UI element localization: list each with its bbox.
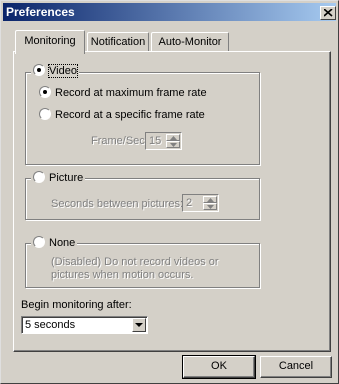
cancel-button[interactable]: Cancel [260,356,332,378]
title-bar[interactable]: Preferences [3,3,336,21]
video-radio-indicator[interactable] [33,64,45,76]
picture-interval-spinner[interactable]: 2 [182,194,219,212]
ok-label: OK [211,360,227,372]
tab-notification-label: Notification [90,36,146,48]
close-icon [324,9,333,17]
specific-frame-rate-label: Record at a specific frame rate [55,109,205,121]
tab-notification[interactable]: Notification [87,32,149,52]
none-radio-indicator[interactable] [33,236,45,248]
arrow-up-icon [207,198,214,202]
none-label: None [49,237,76,249]
dropdown-button[interactable] [132,318,146,332]
picture-radio[interactable]: Picture [31,171,86,185]
max-frame-rate-label: Record at maximum frame rate [55,87,207,99]
tab-auto-monitor-label: Auto-Monitor [158,36,222,48]
tab-auto-monitor[interactable]: Auto-Monitor [151,32,229,52]
picture-interval-down-button[interactable] [203,203,217,210]
begin-monitoring-dropdown[interactable]: 5 seconds [21,316,148,334]
frame-rate-up-button[interactable] [166,134,180,141]
picture-interval-up-button[interactable] [203,196,217,203]
none-radio[interactable]: None [31,236,78,250]
max-frame-rate-radio[interactable]: Record at maximum frame rate [39,86,207,100]
begin-monitoring-value: 5 seconds [25,319,76,331]
close-button[interactable] [320,6,336,20]
picture-interval-label: Seconds between pictures: [51,198,184,210]
window-title: Preferences [6,5,75,19]
none-description: (Disabled) Do not record videos or pictu… [51,256,219,281]
specific-frame-rate-radio-indicator[interactable] [39,108,51,120]
video-radio[interactable]: Video [31,64,79,78]
video-label: Video [48,64,78,78]
preferences-dialog: Preferences Monitoring Notification Auto… [0,0,339,384]
arrow-up-icon [170,136,177,140]
frame-rate-down-button[interactable] [166,141,180,148]
arrow-down-icon [207,205,214,209]
begin-monitoring-label: Begin monitoring after: [21,299,132,311]
tab-monitoring[interactable]: Monitoring [15,30,85,54]
frame-rate-value: 15 [149,135,162,147]
cancel-label: Cancel [278,360,314,372]
picture-interval-value: 2 [186,197,193,209]
max-frame-rate-radio-indicator[interactable] [39,86,51,98]
specific-frame-rate-radio[interactable]: Record at a specific frame rate [39,108,205,122]
ok-button[interactable]: OK [182,355,256,379]
frame-rate-spinner[interactable]: 15 [145,132,182,150]
picture-label: Picture [49,172,84,184]
picture-radio-indicator[interactable] [33,171,45,183]
frame-rate-label: Frame/Sec: [91,135,148,147]
arrow-down-icon [170,143,177,147]
chevron-down-icon [135,323,143,327]
tab-monitoring-label: Monitoring [24,35,76,47]
